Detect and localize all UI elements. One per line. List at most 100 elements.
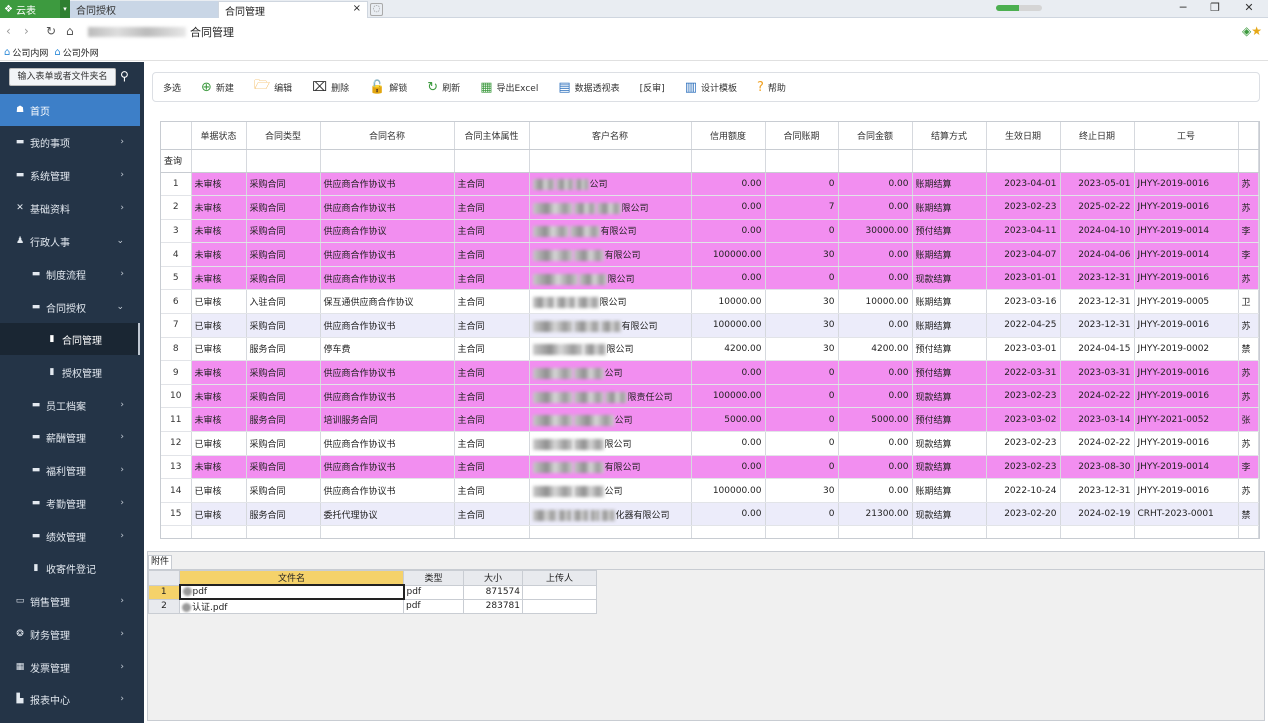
tab-contract-management[interactable]: 合同管理 × (218, 1, 368, 18)
cell-subject[interactable]: 主合同 (454, 360, 530, 385)
cell-period[interactable]: 0 (765, 431, 839, 456)
cell-status[interactable]: 未审核 (191, 455, 247, 480)
cell-name[interactable]: 供应商合作协议书 (320, 172, 455, 197)
cell-emp[interactable]: JHYY-2019-0016 (1134, 360, 1239, 385)
cell-type[interactable]: 采购合同 (246, 195, 321, 220)
cell-subject[interactable]: 主合同 (454, 384, 530, 409)
cell-status[interactable]: 未审核 (191, 266, 247, 291)
cell-customer[interactable]: 限公司 (529, 266, 692, 291)
cell-end[interactable]: 2024-02-22 (1060, 431, 1135, 456)
sidebar-item-7[interactable]: ▮ 合同管理 (0, 323, 140, 355)
cell-type[interactable]: 采购合同 (246, 219, 321, 244)
design-template-button[interactable]: ▥ 设计模板 (675, 72, 747, 102)
bookmark-extranet[interactable]: ⌂ 公司外网 (54, 46, 98, 59)
cell-name[interactable]: 供应商合作协议书 (320, 384, 455, 409)
cell-last[interactable]: 苏 (1238, 313, 1259, 338)
cell-status[interactable]: 未审核 (191, 219, 247, 244)
cell-emp[interactable]: JHYY-2019-0016 (1134, 172, 1239, 197)
cell-end[interactable]: 2024-04-15 (1060, 337, 1135, 362)
cell-end[interactable]: 2024-04-10 (1060, 219, 1135, 244)
cell-start[interactable]: 2023-03-16 (986, 289, 1061, 315)
cell-subject[interactable]: 主合同 (454, 266, 530, 291)
cell-emp[interactable]: JHYY-2019-0016 (1134, 195, 1239, 220)
cell-settle[interactable]: 现款结算 (912, 266, 987, 291)
cell-start[interactable]: 2023-02-23 (986, 384, 1061, 409)
query-cell[interactable] (986, 149, 1061, 173)
cell-name[interactable]: 供应商合作协议书 (320, 478, 455, 503)
cell-amount[interactable]: 10000.00 (838, 289, 913, 315)
cell-customer[interactable]: 公司 (529, 172, 692, 197)
cell-n[interactable]: 11 (161, 407, 192, 433)
sidebar-item-5[interactable]: ▬ 制度流程 › (0, 258, 140, 290)
column-header[interactable]: 合同类型 (246, 122, 321, 150)
cell-settle[interactable]: 账期结算 (912, 478, 987, 503)
cell-subject[interactable]: 主合同 (454, 242, 530, 267)
column-header[interactable]: 生效日期 (986, 122, 1061, 150)
attachment-filename[interactable]: 认证.pdf (179, 598, 404, 614)
cell-type[interactable]: 采购合同 (246, 478, 321, 503)
cell-amount[interactable]: 0.00 (838, 478, 913, 503)
cell-n[interactable]: 5 (161, 266, 192, 291)
cell-status[interactable]: 已审核 (191, 502, 247, 527)
cell-settle[interactable]: 账期结算 (912, 195, 987, 220)
cell-name[interactable]: 保互通供应商合作协议 (320, 289, 455, 315)
cell-end[interactable]: 2023-12-31 (1060, 266, 1135, 291)
table-row[interactable]: 1 未审核 采购合同 供应商合作协议书 主合同 公司 0.00 0 0.00 账期结算 2023-0… (161, 172, 1259, 197)
cell-status[interactable]: 未审核 (191, 242, 247, 267)
cell-start[interactable]: 2023-03-01 (986, 337, 1061, 362)
cell-n[interactable]: 2 (161, 195, 192, 220)
table-row[interactable]: 3 未审核 采购合同 供应商合作协议 主合同 有限公司 0.00 0 30000.00 预付结算 2… (161, 219, 1259, 244)
query-label[interactable]: 查询 (161, 149, 192, 173)
cell-n[interactable]: 10 (161, 384, 192, 409)
cell-period[interactable]: 0 (765, 360, 839, 385)
cell-settle[interactable]: 现款结算 (912, 384, 987, 409)
sidebar-item-4[interactable]: ♟ 行政人事 ⌄ (0, 225, 140, 257)
cell-emp[interactable]: JHYY-2019-0016 (1134, 266, 1239, 291)
cell-emp[interactable]: JHYY-2019-0016 (1134, 431, 1239, 456)
cell-end[interactable]: 2023-03-14 (1060, 407, 1135, 433)
cell-customer[interactable]: 有限公司 (529, 242, 692, 267)
cell-start[interactable]: 2023-04-07 (986, 242, 1061, 267)
sidebar-item-8[interactable]: ▮ 授权管理 (0, 356, 140, 388)
sidebar-item-17[interactable]: ▦ 发票管理 › (0, 651, 140, 683)
cell-name[interactable]: 供应商合作协议书 (320, 313, 455, 338)
column-header[interactable] (161, 122, 192, 150)
cell-amount[interactable]: 0.00 (838, 195, 913, 220)
cell-last[interactable]: 李 (1238, 455, 1259, 480)
cell-credit[interactable]: 5000.00 (691, 407, 766, 433)
cell-start[interactable]: 2022-10-24 (986, 478, 1061, 503)
cell-credit[interactable]: 4200.00 (691, 337, 766, 362)
query-cell[interactable] (691, 149, 766, 173)
cell-customer[interactable]: 限公司 (529, 195, 692, 220)
cell-name[interactable]: 供应商合作协议书 (320, 266, 455, 291)
sidebar-item-3[interactable]: ✕ 基础资料 › (0, 192, 140, 224)
column-header[interactable]: 合同主体属性 (454, 122, 530, 150)
attachment-column-header[interactable]: 类型 (403, 570, 464, 586)
cell-start[interactable]: 2023-02-23 (986, 455, 1061, 480)
cell-end[interactable]: 2024-02-19 (1060, 502, 1135, 527)
cell-end[interactable]: 2024-04-06 (1060, 242, 1135, 267)
cell-last[interactable]: 禁 (1238, 337, 1259, 362)
cell-name[interactable]: 委托代理协议 (320, 502, 455, 527)
cell-status[interactable]: 未审核 (191, 384, 247, 409)
sidebar-item-11[interactable]: ▬ 福利管理 › (0, 454, 140, 486)
cell-type[interactable]: 采购合同 (246, 431, 321, 456)
cell-period[interactable]: 30 (765, 242, 839, 267)
cell-period[interactable]: 30 (765, 478, 839, 503)
column-header[interactable]: 合同账期 (765, 122, 839, 150)
cell-amount[interactable]: 0.00 (838, 384, 913, 409)
attachment-type[interactable]: pdf (403, 584, 464, 600)
cell-n[interactable]: 9 (161, 360, 192, 385)
cell-period[interactable]: 0 (765, 219, 839, 244)
pivot-table-button[interactable]: ▤ 数据透视表 (548, 72, 629, 102)
cell-credit[interactable]: 0.00 (691, 266, 766, 291)
cell-status[interactable]: 未审核 (191, 172, 247, 197)
cell-credit[interactable]: 0.00 (691, 172, 766, 197)
url-page-title[interactable]: 合同管理 (190, 24, 234, 40)
cell-emp[interactable]: JHYY-2019-0014 (1134, 455, 1239, 480)
query-cell[interactable] (454, 149, 530, 173)
attachment-column-header[interactable]: 文件名 (179, 570, 404, 586)
new-tab-icon[interactable]: ◌ (370, 3, 383, 16)
table-row[interactable]: 8 已审核 服务合同 停车费 主合同 限公司 4200.00 30 4200.00 预付结算 202… (161, 337, 1259, 362)
cell-customer[interactable]: 限责任公司 (529, 384, 692, 409)
